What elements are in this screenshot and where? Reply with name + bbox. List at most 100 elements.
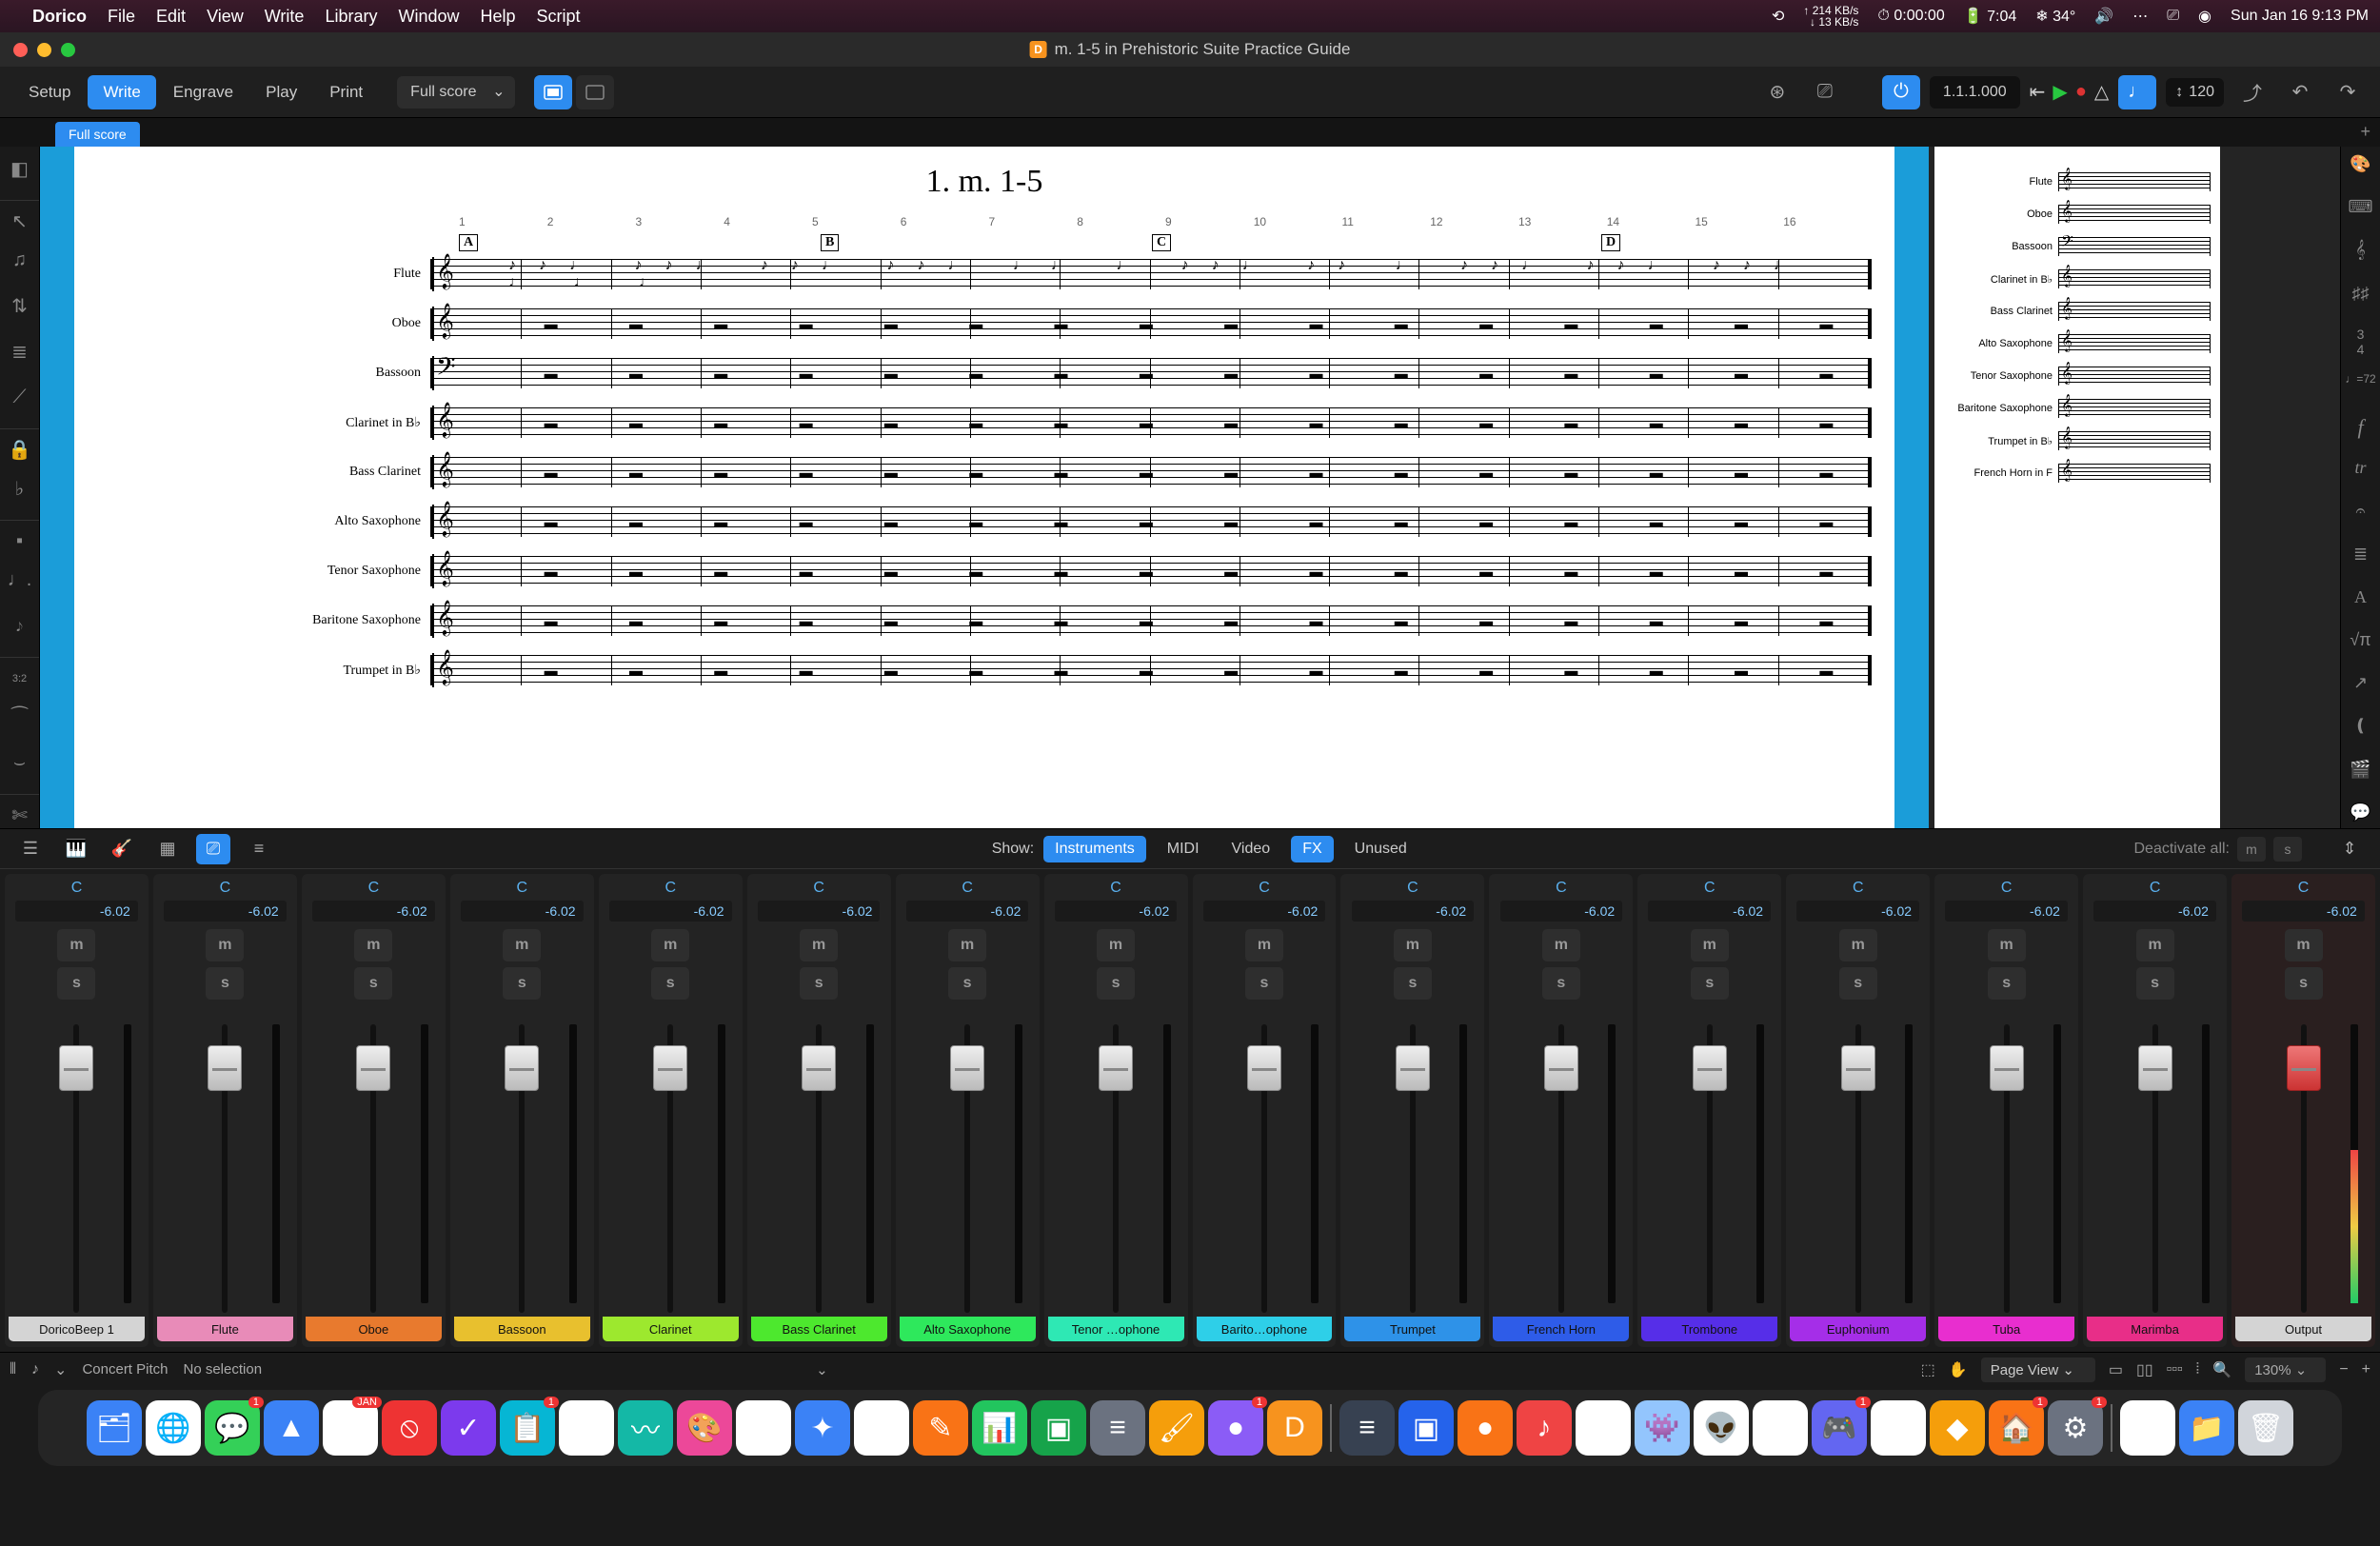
insert-mode-icon[interactable]: ⦀ — [10, 1361, 16, 1378]
mixer-resize-icon[interactable]: ⇕ — [2332, 834, 2367, 864]
staff[interactable]: 𝄞▬▬▬▬▬▬▬▬▬▬▬▬▬▬▬▬ — [430, 506, 1872, 537]
insert-tool-icon[interactable]: ⇅ — [0, 291, 39, 320]
rewind-button[interactable]: ⇤ — [2030, 80, 2046, 104]
channel-name[interactable]: Oboe — [306, 1317, 442, 1341]
clock[interactable]: Sun Jan 16 9:13 PM — [2231, 8, 2369, 25]
comments-panel-icon[interactable]: 💬 — [2350, 803, 2370, 828]
mini-staff[interactable]: 𝄞 — [2058, 431, 2211, 450]
add-tab-button[interactable]: + — [2360, 122, 2370, 142]
undo-button[interactable]: ↶ — [2281, 75, 2319, 109]
dock-app[interactable]: ▣ — [1031, 1400, 1086, 1456]
staff-row[interactable]: Flute𝄞♪♪♩ ♪♪♩ ♪♪♩ ♪♪♩ ♩♩ ♩ ♪♪♩ ♪♪ ♩ ♪♪♩ … — [307, 249, 1872, 299]
channel-insert[interactable]: C — [1556, 880, 1567, 897]
dock-app[interactable]: 16JAN — [323, 1400, 378, 1456]
time-sig-panel-icon[interactable]: 34 — [2357, 327, 2365, 355]
mixer-keyed-icon[interactable]: ≡ — [242, 834, 276, 864]
channel-insert[interactable]: C — [813, 880, 824, 897]
mini-staff-row[interactable]: Flute𝄞 — [1944, 166, 2211, 198]
mute-button[interactable]: m — [1839, 929, 1877, 961]
filter-fx[interactable]: FX — [1291, 836, 1333, 862]
dynamics-panel-icon[interactable]: f — [2357, 415, 2363, 441]
mute-button[interactable]: m — [503, 929, 541, 961]
menu-window[interactable]: Window — [398, 7, 459, 27]
keyboard-panel-icon[interactable]: ⌨ — [2349, 197, 2373, 223]
mini-staff-row[interactable]: Tenor Saxophone𝄞 — [1944, 360, 2211, 392]
filter-instruments[interactable]: Instruments — [1043, 836, 1146, 862]
score-page-1[interactable]: 1. m. 1-5 1234 5678 9101112 13141516 A B… — [40, 147, 1929, 828]
zoom-level[interactable]: 130% ⌄ — [2245, 1358, 2326, 1382]
staff[interactable]: 𝄢▬▬▬▬▬▬▬▬▬▬▬▬▬▬▬▬ — [430, 358, 1872, 388]
scissors-tool-icon[interactable]: ✄ — [0, 794, 39, 823]
channel-insert[interactable]: C — [1853, 880, 1864, 897]
mute-button[interactable]: m — [2285, 929, 2323, 961]
solo-button[interactable]: s — [503, 967, 541, 1000]
zoom-in-button[interactable]: + — [2362, 1361, 2370, 1378]
fader-handle[interactable] — [1693, 1045, 1727, 1091]
fader-handle[interactable] — [208, 1045, 242, 1091]
mute-button[interactable]: m — [1245, 929, 1283, 961]
dock-app[interactable]: 🌐 — [146, 1400, 201, 1456]
dock-app[interactable]: 📋1 — [500, 1400, 555, 1456]
dock-app[interactable]: 📊 — [972, 1400, 1027, 1456]
channel-insert[interactable]: C — [220, 880, 231, 897]
staff[interactable]: 𝄞▬▬▬▬▬▬▬▬▬▬▬▬▬▬▬▬ — [430, 308, 1872, 339]
staff-row[interactable]: Oboe𝄞▬▬▬▬▬▬▬▬▬▬▬▬▬▬▬▬ — [307, 299, 1872, 348]
solo-button[interactable]: s — [1245, 967, 1283, 1000]
channel-insert[interactable]: C — [1407, 880, 1418, 897]
tab-fullscore[interactable]: Full score — [55, 122, 140, 147]
staff-row[interactable]: Clarinet in B♭𝄞▬▬▬▬▬▬▬▬▬▬▬▬▬▬▬▬ — [307, 398, 1872, 447]
solo-button[interactable]: s — [1542, 967, 1580, 1000]
audio-engine-button[interactable]: ⏻ — [1882, 75, 1920, 109]
staff[interactable]: 𝄞♪♪♩ ♪♪♩ ♪♪♩ ♪♪♩ ♩♩ ♩ ♪♪♩ ♪♪ ♩ ♪♪♩ ♪♪♩ ♪… — [430, 259, 1872, 289]
more-icon[interactable]: ⋯ — [2132, 7, 2148, 26]
channel-insert[interactable]: C — [664, 880, 676, 897]
dock-app[interactable]: 〰 — [618, 1400, 673, 1456]
mute-button[interactable]: m — [651, 929, 689, 961]
dock-app[interactable]: 🗂 — [87, 1400, 142, 1456]
dock-app[interactable]: ●1 — [1208, 1400, 1263, 1456]
solo-button[interactable]: s — [1839, 967, 1877, 1000]
channel-name[interactable]: Tuba — [1938, 1317, 2074, 1341]
solo-button[interactable]: s — [57, 967, 95, 1000]
timer-widget[interactable]: ⏱ 0:00:00 — [1877, 8, 1944, 25]
solo-button[interactable]: s — [1394, 967, 1432, 1000]
galley-view-button[interactable] — [576, 75, 614, 109]
dock-app[interactable]: ● — [1458, 1400, 1513, 1456]
ornaments-panel-icon[interactable]: tr — [2354, 458, 2366, 484]
tie-tool-icon[interactable]: ⁀ — [0, 703, 39, 731]
mixer-guitar-icon[interactable]: 🎸 — [105, 834, 139, 864]
select-tool-icon[interactable]: ↖ — [0, 200, 39, 228]
mode-write[interactable]: Write — [88, 75, 155, 109]
staff[interactable]: 𝄞▬▬▬▬▬▬▬▬▬▬▬▬▬▬▬▬ — [430, 605, 1872, 636]
menu-script[interactable]: Script — [537, 7, 581, 27]
solo-button[interactable]: s — [2136, 967, 2174, 1000]
volume-icon[interactable]: 🔊 — [2094, 7, 2113, 26]
solo-button[interactable]: s — [800, 967, 838, 1000]
solo-button[interactable]: s — [1097, 967, 1135, 1000]
fixed-tempo-button[interactable]: ♩ — [2118, 75, 2156, 109]
dock-app[interactable]: ▷ — [1576, 1400, 1631, 1456]
hand-mode-icon[interactable]: ✋ — [1949, 1360, 1968, 1379]
mini-staff[interactable]: 𝄞 — [2058, 399, 2211, 418]
staff-row[interactable]: Alto Saxophone𝄞▬▬▬▬▬▬▬▬▬▬▬▬▬▬▬▬ — [307, 497, 1872, 546]
rest-tool-icon[interactable]: ▪ — [0, 520, 39, 548]
mixer-piano-icon[interactable]: 🎹 — [59, 834, 93, 864]
fader-handle[interactable] — [505, 1045, 539, 1091]
marquee-mode-icon[interactable]: ⬚ — [1921, 1360, 1935, 1379]
staff[interactable]: 𝄞▬▬▬▬▬▬▬▬▬▬▬▬▬▬▬▬ — [430, 457, 1872, 487]
mute-button[interactable]: m — [1097, 929, 1135, 961]
channel-insert[interactable]: C — [962, 880, 973, 897]
channel-name[interactable]: Euphonium — [1790, 1317, 1926, 1341]
dock-app[interactable]: ≡ — [1339, 1400, 1395, 1456]
siri-icon[interactable]: ◉ — [2198, 7, 2211, 26]
channel-insert[interactable]: C — [1704, 880, 1716, 897]
mini-staff-row[interactable]: Trumpet in B♭𝄞 — [1944, 425, 2211, 457]
play-button[interactable]: ▶ — [2053, 80, 2067, 104]
dock-app[interactable]: B — [854, 1400, 909, 1456]
menu-edit[interactable]: Edit — [156, 7, 186, 27]
fader-handle[interactable] — [1247, 1045, 1281, 1091]
fader-handle[interactable] — [1990, 1045, 2024, 1091]
fader-handle[interactable] — [950, 1045, 984, 1091]
dock-app[interactable]: ◆ — [1930, 1400, 1985, 1456]
mini-staff[interactable]: 𝄞 — [2058, 269, 2211, 288]
